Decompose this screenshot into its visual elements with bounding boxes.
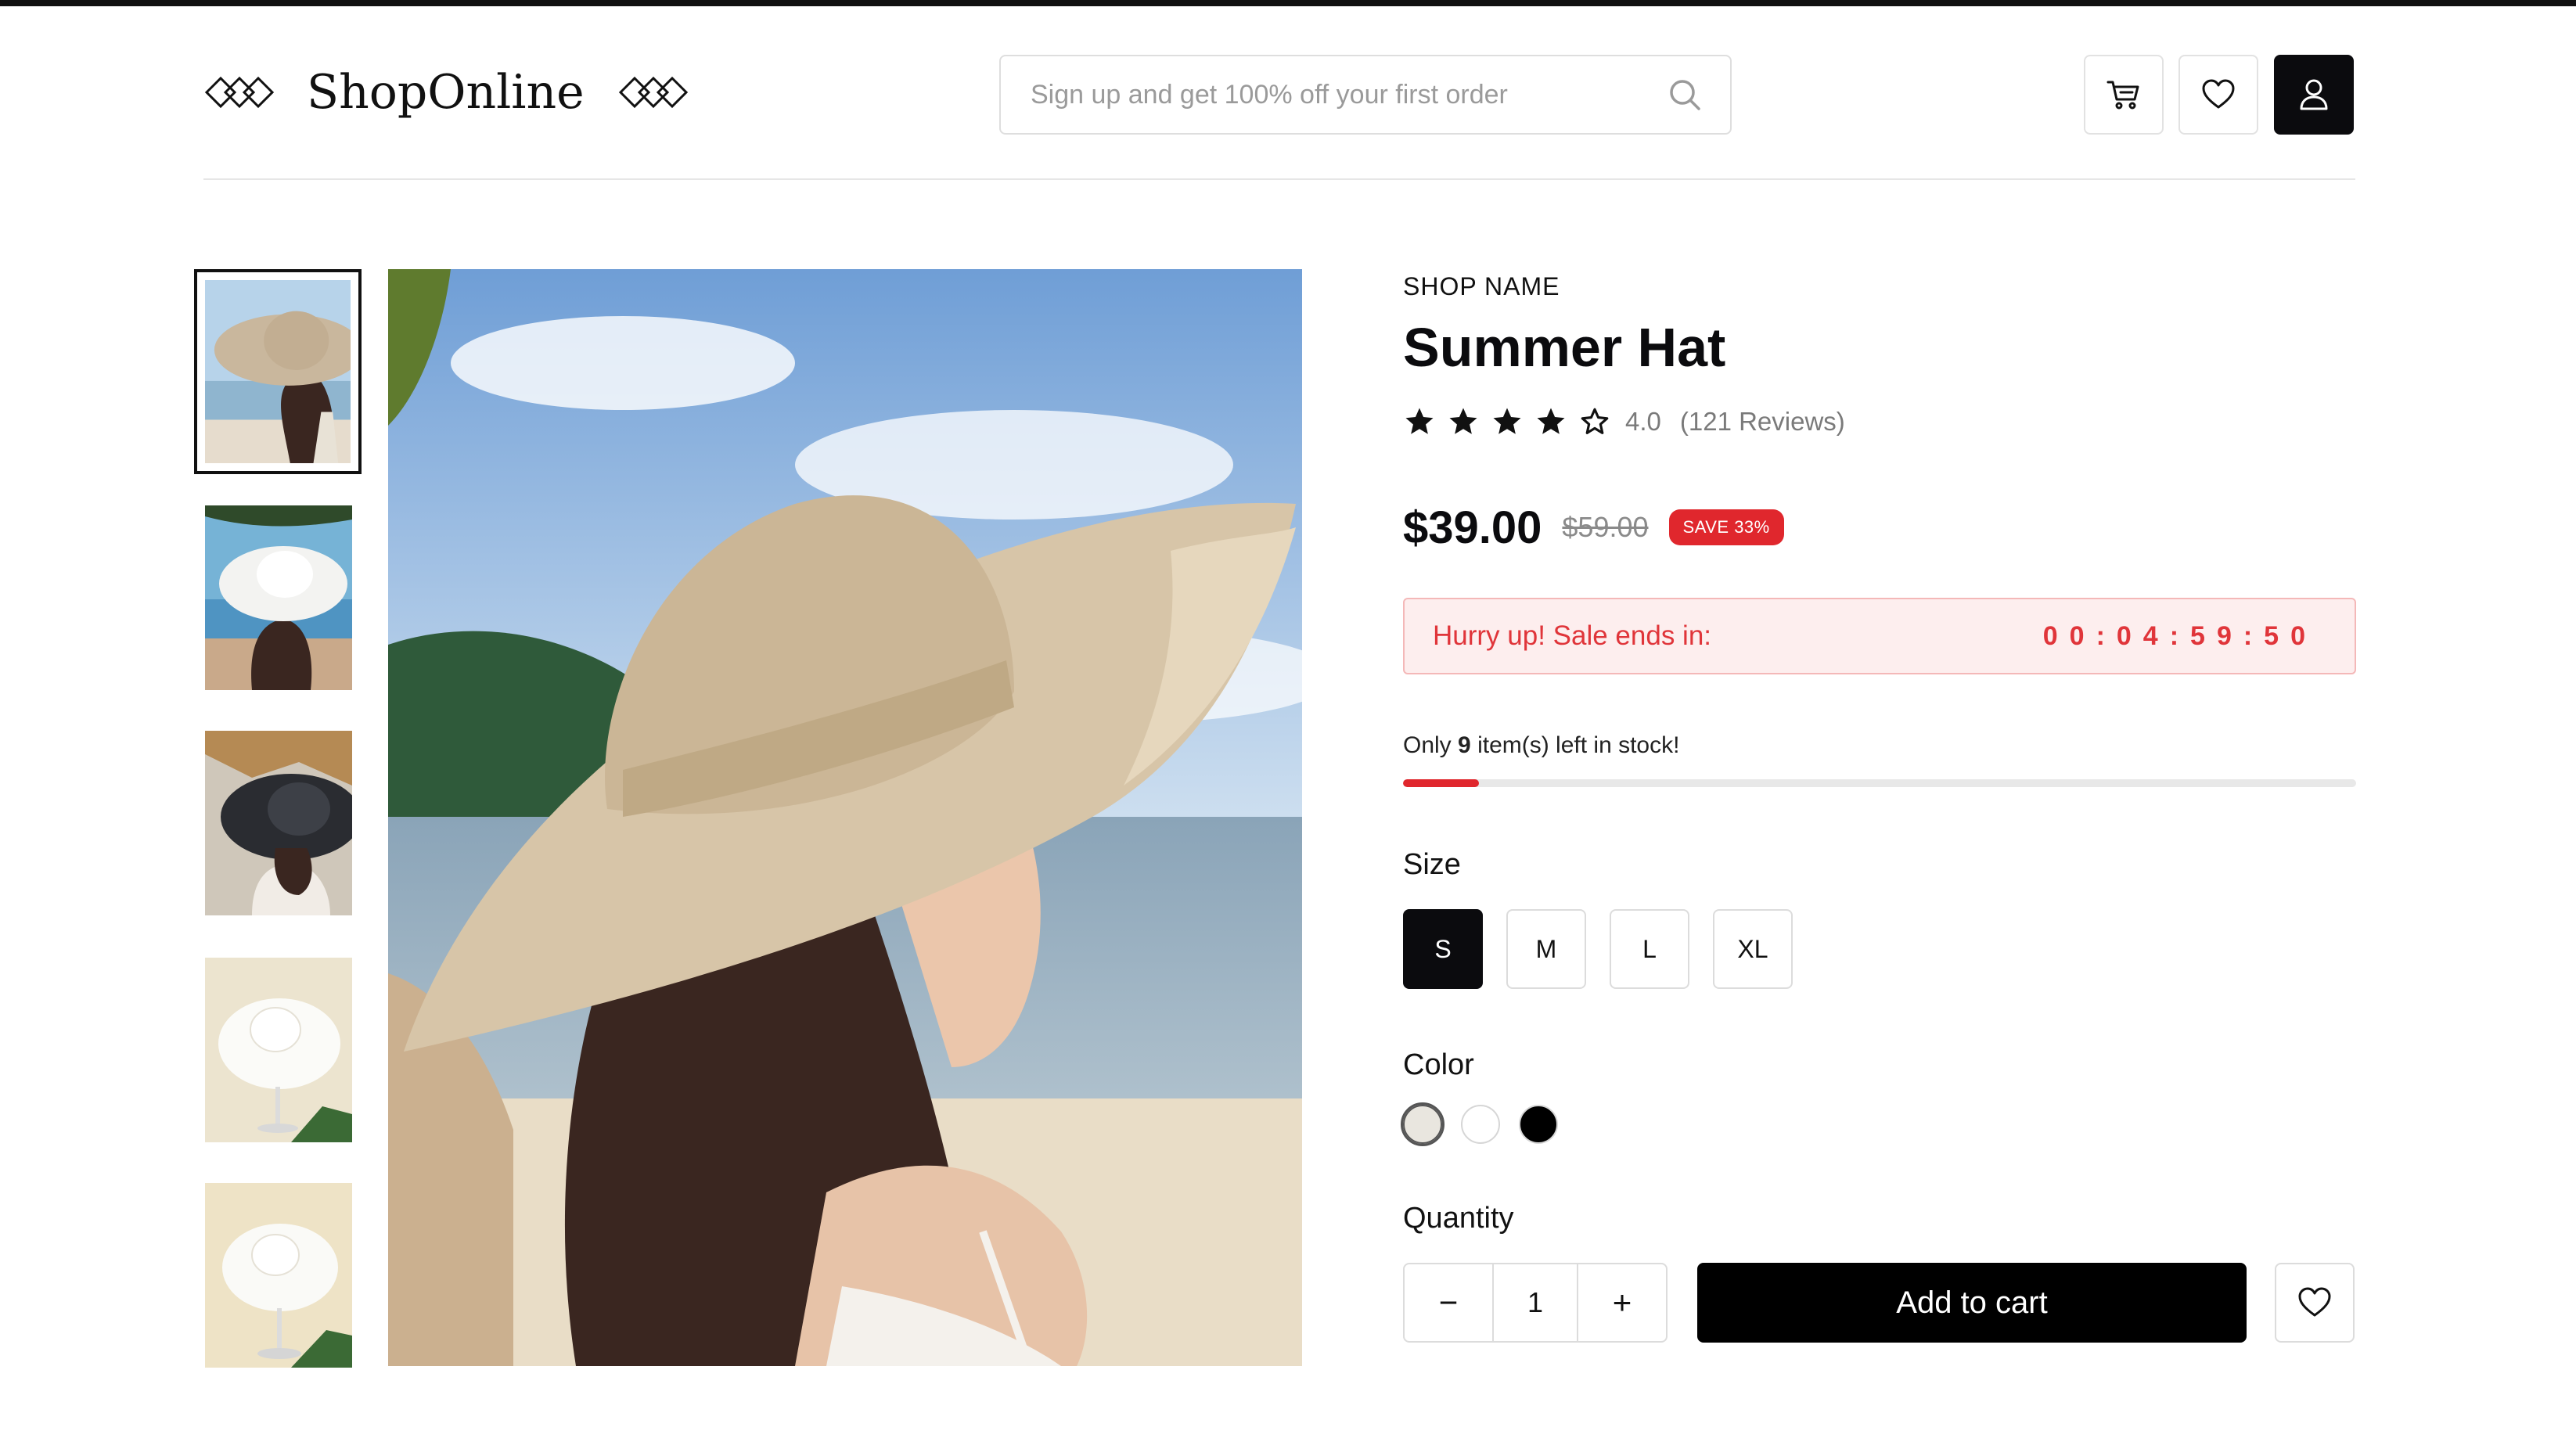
add-to-wishlist-button[interactable]	[2275, 1263, 2355, 1343]
rating: 4.0 (121 Reviews)	[1403, 402, 1845, 441]
reviews-link[interactable]: (121 Reviews)	[1680, 407, 1845, 437]
star-empty-icon	[1581, 408, 1609, 434]
thumbnail-image	[205, 731, 352, 915]
thumbnail-image	[205, 1183, 352, 1368]
star-filled-icon	[1537, 408, 1565, 434]
site-header: ShopOnline Sign up and get 100% off your…	[203, 47, 2355, 138]
logo-text: ShopOnline	[307, 65, 585, 120]
price-row: $39.00 $59.00 SAVE 33%	[1403, 496, 1784, 559]
stock-progress-fill	[1403, 779, 1480, 787]
save-badge: SAVE 33%	[1668, 509, 1784, 545]
cart-icon	[2106, 81, 2139, 110]
search-placeholder: Sign up and get 100% off your first orde…	[1031, 79, 1508, 110]
quantity-label: Quantity	[1403, 1202, 1514, 1235]
star-filled-icon	[1493, 408, 1521, 434]
quantity-input[interactable]: 1	[1492, 1264, 1578, 1341]
stock-suffix: item(s) left in stock!	[1477, 732, 1680, 758]
size-label: Size	[1403, 848, 1461, 881]
color-label: Color	[1403, 1048, 1474, 1081]
increase-quantity-button[interactable]: +	[1578, 1264, 1666, 1341]
color-swatch[interactable]	[1461, 1105, 1500, 1144]
diamond-logo-icon	[618, 76, 688, 109]
user-icon	[2300, 79, 2328, 110]
color-swatch[interactable]	[1401, 1102, 1445, 1146]
thumbnail-1[interactable]	[194, 269, 362, 474]
product-photo	[388, 269, 1302, 1366]
account-button[interactable]	[2274, 55, 2354, 135]
sale-timer: 00:04:59:50	[2042, 620, 2317, 651]
stock-prefix: Only	[1403, 732, 1452, 758]
size-option-xl[interactable]: XL	[1713, 909, 1793, 989]
heart-icon	[2202, 79, 2235, 109]
sale-countdown: Hurry up! Sale ends in: 00:04:59:50	[1403, 598, 2356, 674]
thumbnail-2[interactable]	[205, 505, 352, 690]
thumbnail-image	[205, 505, 352, 690]
thumbnail-image	[205, 958, 352, 1142]
size-option-s[interactable]: S	[1403, 909, 1483, 989]
thumbnail-4[interactable]	[205, 958, 352, 1142]
wishlist-button[interactable]	[2178, 55, 2258, 135]
rating-value: 4.0	[1625, 407, 1661, 436]
original-price: $59.00	[1562, 511, 1649, 543]
sale-label: Hurry up! Sale ends in:	[1433, 620, 1712, 651]
stock-progress-bar	[1403, 779, 2356, 787]
add-to-cart-button[interactable]: Add to cart	[1697, 1263, 2247, 1343]
search-input[interactable]: Sign up and get 100% off your first orde…	[999, 55, 1732, 135]
decrease-quantity-button[interactable]: −	[1405, 1264, 1492, 1341]
size-option-m[interactable]: M	[1506, 909, 1586, 989]
color-swatch[interactable]	[1519, 1105, 1558, 1144]
thumbnail-3[interactable]	[205, 731, 352, 915]
size-options: S M L XL	[1403, 909, 1816, 989]
thumbnail-image	[205, 280, 351, 463]
diamond-logo-icon	[204, 76, 275, 109]
logo[interactable]: ShopOnline	[203, 47, 689, 138]
stock-message: Only 9 item(s) left in stock!	[1403, 732, 1679, 759]
shop-name[interactable]: SHOP NAME	[1403, 272, 1560, 301]
stock-count: 9	[1458, 732, 1471, 758]
current-price: $39.00	[1403, 502, 1542, 553]
star-filled-icon	[1449, 408, 1477, 434]
size-option-l[interactable]: L	[1610, 909, 1689, 989]
thumbnail-5[interactable]	[205, 1183, 352, 1368]
top-border	[0, 0, 2576, 6]
search-icon[interactable]	[1668, 77, 1702, 112]
main-product-image[interactable]	[388, 269, 1302, 1366]
heart-icon	[2298, 1287, 2331, 1317]
star-filled-icon	[1405, 408, 1434, 434]
header-divider	[203, 178, 2355, 180]
color-options	[1401, 1102, 1577, 1146]
cart-button[interactable]	[2084, 55, 2164, 135]
product-title: Summer Hat	[1403, 317, 1726, 378]
quantity-stepper: − 1 +	[1403, 1263, 1668, 1343]
